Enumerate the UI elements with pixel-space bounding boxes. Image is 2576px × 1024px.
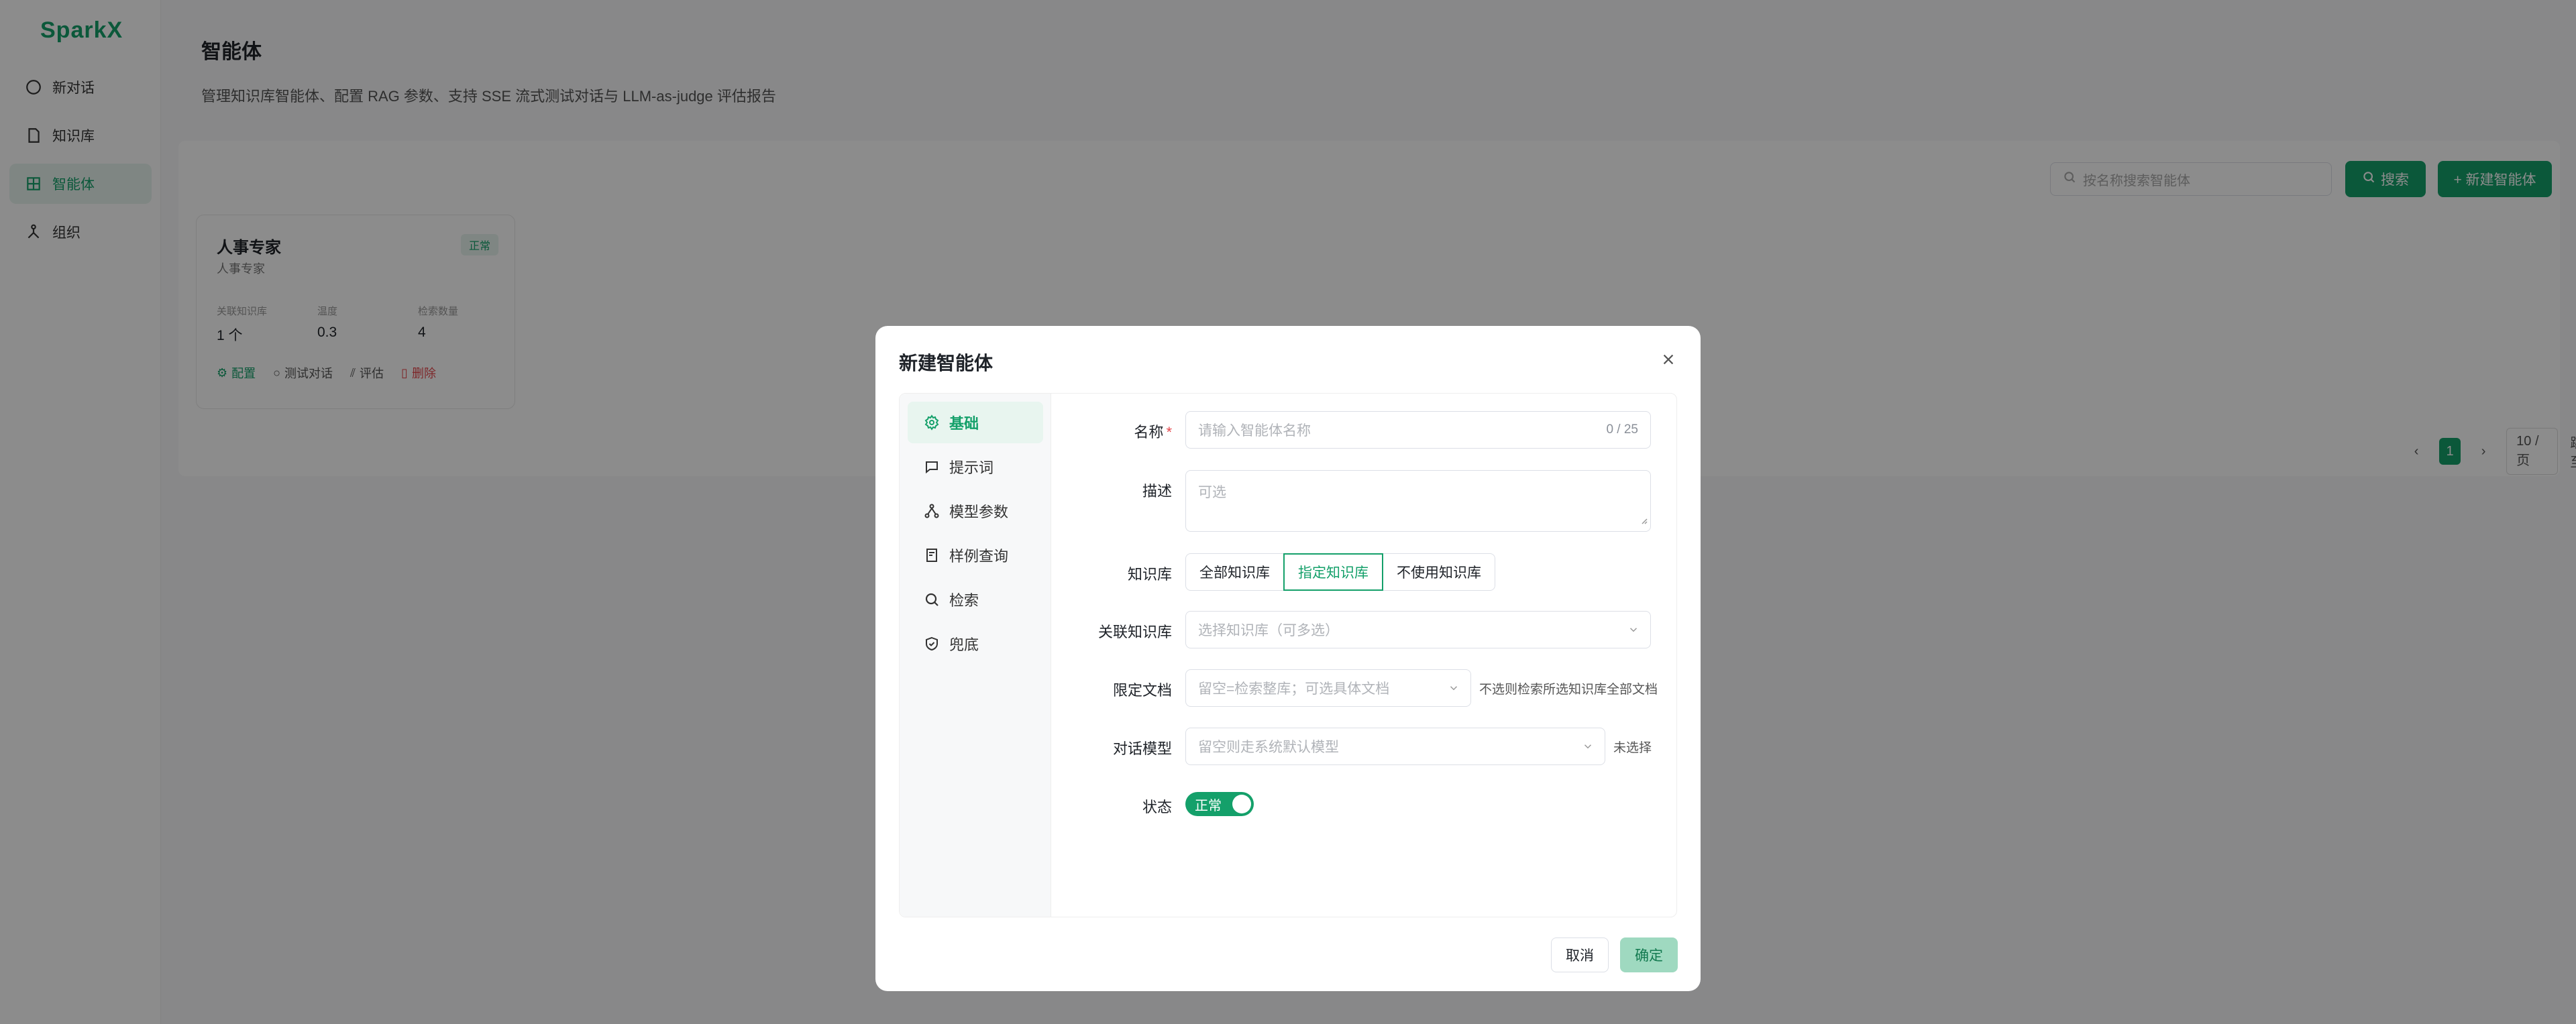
toggle-knob bbox=[1232, 795, 1251, 813]
description-textarea[interactable]: 可选 bbox=[1185, 470, 1651, 532]
name-input[interactable]: 请输入智能体名称 0 / 25 bbox=[1185, 411, 1651, 449]
kb-mode-label: 知识库 bbox=[1127, 566, 1172, 583]
name-label-text: 名称 bbox=[1134, 424, 1164, 441]
tab-prompt[interactable]: 提示词 bbox=[908, 446, 1043, 488]
search-icon bbox=[922, 590, 941, 609]
resize-handle-icon[interactable] bbox=[1640, 512, 1648, 528]
name-label: 名称 * bbox=[1051, 420, 1172, 442]
tab-example-queries[interactable]: 样例查询 bbox=[908, 534, 1043, 576]
confirm-button[interactable]: 确定 bbox=[1620, 937, 1678, 972]
tab-retrieval[interactable]: 检索 bbox=[908, 579, 1043, 620]
description-label: 描述 bbox=[1142, 483, 1172, 500]
tab-model-params[interactable]: 模型参数 bbox=[908, 490, 1043, 532]
tab-label: 基础 bbox=[949, 415, 979, 432]
description-placeholder: 可选 bbox=[1198, 485, 1226, 500]
linked-kb-placeholder: 选择知识库（可多选） bbox=[1198, 623, 1339, 638]
basic-settings-form: 名称 * 请输入智能体名称 0 / 25 描述 可选 知识库 全部知识库 指定知识… bbox=[1051, 394, 1676, 917]
close-icon bbox=[1661, 352, 1676, 370]
model-select[interactable]: 留空则走系统默认模型 bbox=[1185, 728, 1605, 765]
status-label: 状态 bbox=[1142, 799, 1172, 815]
chevron-down-icon bbox=[1627, 624, 1640, 640]
model-hint: 未选择 bbox=[1613, 741, 1652, 755]
dialog-title: 新建智能体 bbox=[899, 353, 994, 374]
chevron-down-icon bbox=[1582, 740, 1594, 756]
settings-tabs: 基础 提示词 模型参数 样例查询 检索 兜底 bbox=[900, 394, 1051, 917]
new-agent-dialog: 新建智能体 基础 提示词 模型参数 样例查询 检索 兜底 名称 * 请输入智能体… bbox=[875, 326, 1701, 991]
tab-label: 兜底 bbox=[949, 636, 979, 653]
tab-label: 检索 bbox=[949, 592, 979, 609]
example-doc-icon bbox=[922, 546, 941, 565]
linked-kb-label: 关联知识库 bbox=[1097, 624, 1172, 640]
chevron-down-icon bbox=[1448, 682, 1460, 698]
close-button[interactable] bbox=[1655, 347, 1682, 374]
limit-docs-label: 限定文档 bbox=[1112, 682, 1172, 699]
tab-label: 样例查询 bbox=[949, 548, 1009, 565]
kb-option-specified[interactable]: 指定知识库 bbox=[1283, 553, 1383, 591]
status-toggle-text: 正常 bbox=[1195, 798, 1222, 813]
linked-kb-select[interactable]: 选择知识库（可多选） bbox=[1185, 611, 1651, 648]
cancel-button[interactable]: 取消 bbox=[1551, 937, 1609, 972]
model-nodes-icon bbox=[922, 502, 941, 520]
tab-label: 提示词 bbox=[949, 459, 994, 476]
gear-icon bbox=[922, 413, 941, 432]
limit-docs-placeholder: 留空=检索整库；可选具体文档 bbox=[1198, 681, 1390, 697]
shield-icon bbox=[922, 634, 941, 653]
tab-basic[interactable]: 基础 bbox=[908, 402, 1043, 443]
required-mark: * bbox=[1166, 424, 1172, 441]
kb-mode-segmented: 全部知识库 指定知识库 不使用知识库 bbox=[1185, 553, 1495, 591]
model-label: 对话模型 bbox=[1112, 740, 1172, 757]
status-toggle[interactable]: 正常 bbox=[1185, 792, 1254, 816]
limit-docs-select[interactable]: 留空=检索整库；可选具体文档 bbox=[1185, 669, 1471, 707]
tab-label: 模型参数 bbox=[949, 504, 1009, 520]
chat-prompt-icon bbox=[922, 457, 941, 476]
limit-docs-hint: 不选则检索所选知识库全部文档 bbox=[1479, 683, 1658, 697]
kb-option-all[interactable]: 全部知识库 bbox=[1185, 553, 1284, 591]
kb-option-none[interactable]: 不使用知识库 bbox=[1383, 553, 1495, 591]
tab-fallback[interactable]: 兜底 bbox=[908, 623, 1043, 665]
dialog-body: 基础 提示词 模型参数 样例查询 检索 兜底 名称 * 请输入智能体名称 0 /… bbox=[899, 393, 1677, 917]
name-placeholder: 请输入智能体名称 bbox=[1198, 423, 1311, 439]
char-counter: 0 / 25 bbox=[1606, 422, 1638, 437]
model-placeholder: 留空则走系统默认模型 bbox=[1198, 740, 1339, 755]
